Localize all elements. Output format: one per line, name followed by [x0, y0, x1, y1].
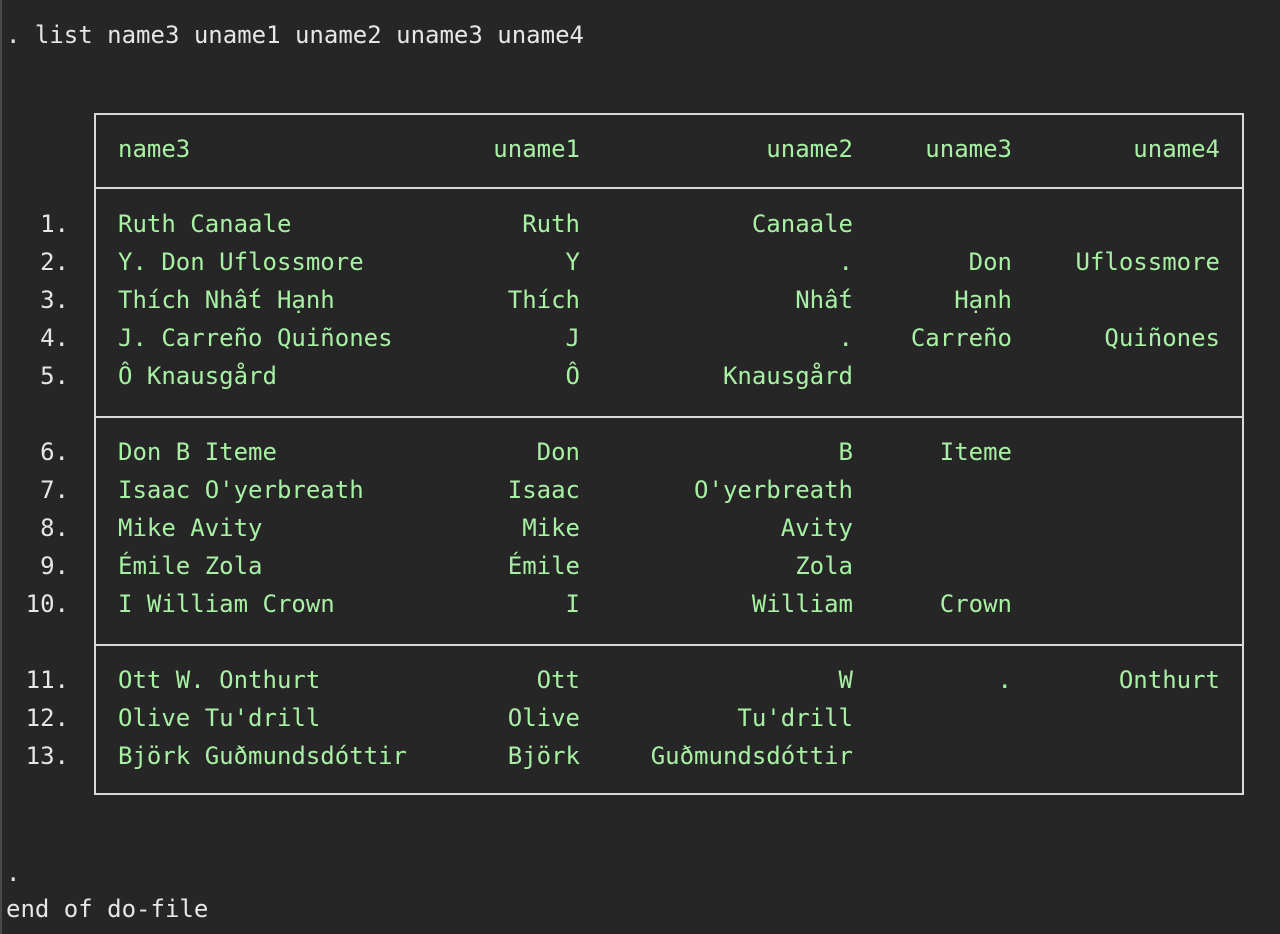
- table-cell-uname2: Canaale: [751, 210, 853, 238]
- row-number: 5.: [40, 362, 69, 390]
- column-header-name3: name3: [118, 135, 191, 163]
- table-cell-uname2: W: [838, 666, 853, 694]
- table-cell-uname2: .: [838, 324, 853, 352]
- table-cell-name3: Y. Don Uflossmore: [118, 248, 364, 276]
- row-number: 6.: [40, 438, 69, 466]
- table-cell-uname1: Mike: [522, 514, 580, 542]
- row-group-separator-2: [94, 644, 1244, 646]
- table-cell-name3: Ô Knausgård: [118, 362, 277, 390]
- header-separator: [94, 187, 1244, 189]
- row-number: 12.: [25, 704, 69, 732]
- table-cell-uname4: [1020, 699, 1220, 737]
- table-cell-uname1: I: [565, 590, 580, 618]
- table-cell-uname4: Quiñones: [1104, 324, 1220, 352]
- row-number: 9.: [40, 552, 69, 580]
- table-cell-uname1: Émile: [507, 552, 580, 580]
- table-cell-uname2: B: [838, 438, 853, 466]
- column-header-uname1: uname1: [493, 135, 580, 163]
- table-cell-uname3: Don: [968, 248, 1012, 276]
- table-cell-uname1: J: [565, 324, 580, 352]
- table-cell-name3: Isaac O'yerbreath: [118, 476, 364, 504]
- table-cell-uname3: .: [997, 666, 1012, 694]
- table-cell-uname1: Ruth: [522, 210, 580, 238]
- table-cell-uname3: [860, 205, 1012, 243]
- row-number: 8.: [40, 514, 69, 542]
- row-number: 2.: [40, 248, 69, 276]
- table-cell-uname3: [860, 509, 1012, 547]
- table-cell-uname2: Tu'drill: [737, 704, 853, 732]
- table-cell-uname1: Björk: [507, 742, 580, 770]
- row-number: 4.: [40, 324, 69, 352]
- column-header-uname2: uname2: [766, 135, 853, 163]
- table-cell-uname2: O'yerbreath: [694, 476, 853, 504]
- table-cell-uname4: [1020, 433, 1220, 471]
- table-cell-name3: Ruth Canaale: [118, 210, 292, 238]
- table-cell-name3: Thích Nhất Hạnh: [118, 286, 335, 314]
- table-cell-uname4: [1020, 585, 1220, 623]
- table-cell-uname2: .: [838, 248, 853, 276]
- row-number: 3.: [40, 286, 69, 314]
- row-number: 13.: [25, 742, 69, 770]
- table-cell-uname4: Onthurt: [1118, 666, 1220, 694]
- table-cell-uname2: Knausgård: [722, 362, 853, 390]
- table-cell-uname4: [1020, 509, 1220, 547]
- column-header-uname3: uname3: [925, 135, 1012, 163]
- table-cell-uname4: [1020, 281, 1220, 319]
- table-cell-uname2: Zola: [795, 552, 853, 580]
- row-number: 7.: [40, 476, 69, 504]
- table-cell-uname3: [860, 547, 1012, 585]
- prompt-dot: .: [6, 859, 21, 887]
- table-cell-uname3: [860, 357, 1012, 395]
- table-cell-uname1: Ô: [565, 362, 580, 390]
- table-cell-uname3: Hạnh: [954, 286, 1012, 314]
- table-cell-name3: Ott W. Onthurt: [118, 666, 321, 694]
- table-cell-uname3: [860, 699, 1012, 737]
- table-cell-uname2: Guðmundsdóttir: [650, 742, 853, 770]
- table-cell-name3: Mike Avity: [118, 514, 263, 542]
- end-of-do-file-message: end of do-file: [6, 895, 209, 923]
- table-cell-uname4: Uflossmore: [1075, 248, 1221, 276]
- table-cell-uname2: Avity: [780, 514, 853, 542]
- row-number: 10.: [25, 590, 69, 618]
- table-cell-uname4: [1020, 471, 1220, 509]
- table-cell-name3: J. Carreño Quiñones: [118, 324, 393, 352]
- command-line: . list name3 uname1 uname2 uname3 uname4: [6, 21, 584, 49]
- table-cell-uname4: [1020, 205, 1220, 243]
- table-cell-uname1: Olive: [507, 704, 580, 732]
- table-cell-uname2: William: [751, 590, 853, 618]
- table-cell-uname3: [860, 737, 1012, 775]
- column-header-uname4: uname4: [1133, 135, 1220, 163]
- table-cell-name3: Émile Zola: [118, 552, 263, 580]
- table-cell-uname1: Isaac: [507, 476, 580, 504]
- table-cell-uname3: [860, 471, 1012, 509]
- row-number: 1.: [40, 210, 69, 238]
- table-cell-uname2: Nhất: [795, 286, 853, 314]
- table-cell-uname4: [1020, 737, 1220, 775]
- table-cell-uname4: [1020, 547, 1220, 585]
- table-cell-name3: Don B Iteme: [118, 438, 277, 466]
- table-cell-uname4: [1020, 357, 1220, 395]
- table-cell-uname1: Y: [565, 248, 580, 276]
- row-group-separator-1: [94, 416, 1244, 418]
- row-number: 11.: [25, 666, 69, 694]
- table-cell-name3: Olive Tu'drill: [118, 704, 321, 732]
- table-cell-uname1: Don: [536, 438, 580, 466]
- table-cell-uname3: Carreño: [910, 324, 1012, 352]
- table-cell-uname1: Thích: [507, 286, 580, 314]
- table-cell-uname3: Iteme: [939, 438, 1012, 466]
- table-cell-name3: Björk Guðmundsdóttir: [118, 742, 407, 770]
- table-cell-uname3: Crown: [939, 590, 1012, 618]
- table-cell-name3: I William Crown: [118, 590, 335, 618]
- table-cell-uname1: Ott: [536, 666, 580, 694]
